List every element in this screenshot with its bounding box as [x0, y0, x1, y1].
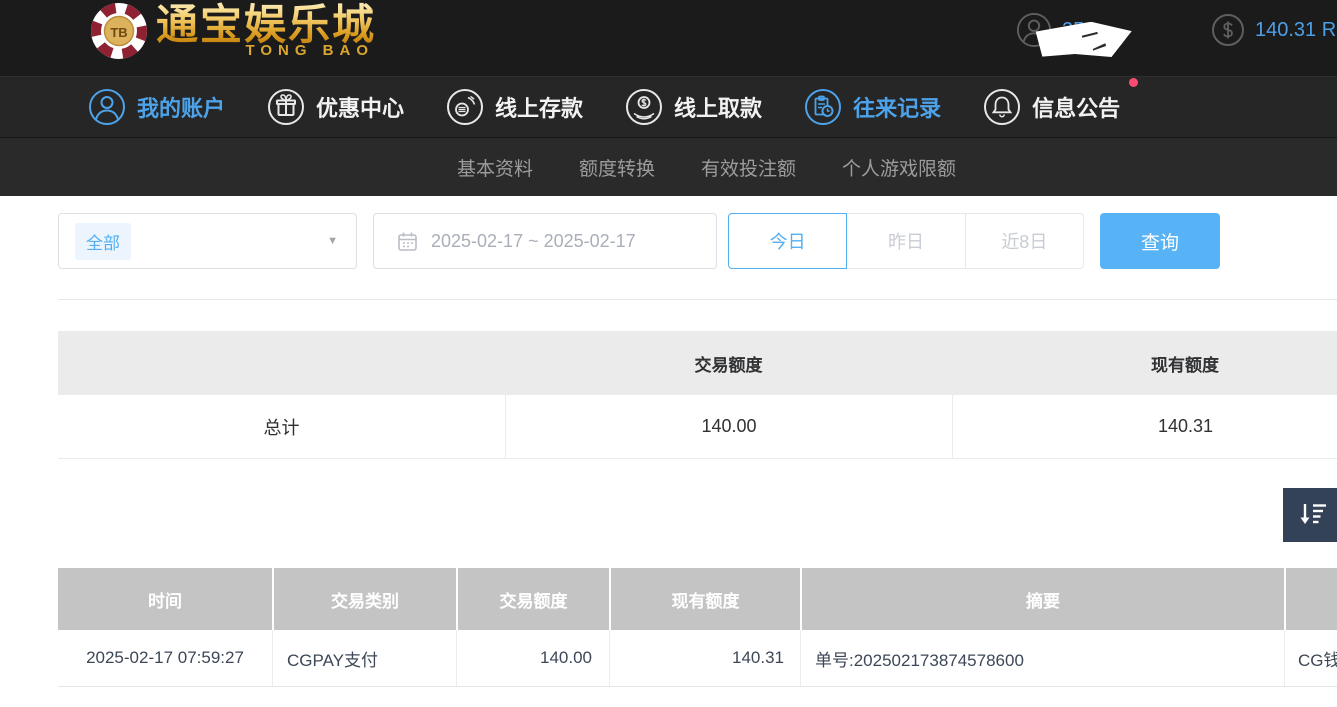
casino-chip-logo-icon: TB: [88, 1, 150, 63]
nav-item-online-withdraw[interactable]: 线上取款: [625, 88, 762, 126]
brand-logo[interactable]: TB 通宝娱乐城 TONG BAO: [88, 1, 376, 63]
subnav-item-quota-transfer[interactable]: 额度转换: [579, 154, 655, 181]
nav-item-my-account[interactable]: 我的账户: [88, 88, 225, 126]
sort-desc-icon: [1297, 502, 1327, 528]
chevron-down-icon: ▼: [327, 235, 338, 247]
nav-item-promotions[interactable]: 优惠中心: [267, 88, 404, 126]
main-nav: 我的账户 优惠中心 线上存款: [0, 76, 1337, 138]
record-transaction-amount: 140.00: [456, 630, 609, 686]
quick-range-group: 今日 昨日 近8日: [728, 213, 1084, 269]
records-header-type: 交易类别: [272, 568, 456, 630]
nav-item-label: 往来记录: [853, 91, 941, 123]
balance-currency-partial: R: [1322, 19, 1336, 41]
nav-item-label: 线上取款: [674, 91, 762, 123]
summary-current-amount: 140.31: [952, 395, 1337, 458]
bell-icon: [983, 88, 1021, 126]
search-button[interactable]: 查询: [1100, 213, 1220, 269]
summary-header-empty: [58, 331, 505, 395]
withdraw-icon: [625, 88, 663, 126]
summary-total-row: 总计 140.00 140.31: [58, 395, 1337, 459]
summary-header-row: 交易额度 现有额度: [58, 331, 1337, 395]
deposit-icon: [446, 88, 484, 126]
records-header-current-amount: 现有额度: [609, 568, 800, 630]
summary-total-label: 总计: [58, 395, 505, 458]
selected-type-tag[interactable]: 全部: [75, 223, 131, 260]
summary-transaction-amount: 140.00: [505, 395, 952, 458]
range-today-button[interactable]: 今日: [728, 213, 847, 269]
section-divider: [58, 299, 1337, 300]
brand-text: 通宝娱乐城 TONG BAO: [156, 1, 376, 59]
gift-icon: [267, 88, 305, 126]
transaction-type-select[interactable]: 全部 ▼: [58, 213, 357, 269]
records-header-row: 时间 交易类别 交易额度 现有额度 摘要 备注: [58, 568, 1337, 630]
nav-item-label: 优惠中心: [316, 91, 404, 123]
records-table: 时间 交易类别 交易额度 现有额度 摘要 备注 2025-02-17 07:59…: [58, 568, 1337, 687]
range-last8days-button[interactable]: 近8日: [966, 213, 1084, 269]
summary-header-current-amount: 现有额度: [952, 331, 1337, 395]
sub-nav: 基本资料 额度转换 有效投注额 个人游戏限额: [0, 138, 1337, 196]
subnav-item-valid-bets[interactable]: 有效投注额: [701, 154, 796, 181]
record-current-amount: 140.31: [609, 630, 800, 686]
record-remark: CG钱包: [1284, 630, 1337, 686]
record-time: 2025-02-17 07:59:27: [58, 630, 272, 686]
nav-item-online-deposit[interactable]: 线上存款: [446, 88, 583, 126]
nav-item-label: 我的账户: [137, 91, 225, 123]
dollar-icon: [1211, 13, 1245, 47]
scribble-mark: [1082, 32, 1098, 38]
chip-text: TB: [110, 25, 127, 40]
nav-item-label: 信息公告: [1032, 91, 1120, 123]
calendar-icon: [397, 231, 418, 252]
date-range-value: 2025-02-17 ~ 2025-02-17: [431, 231, 636, 252]
summary-header-transaction-amount: 交易额度: [505, 331, 952, 395]
balance-value: 140.31: [1255, 19, 1316, 41]
nav-item-transaction-records[interactable]: 往来记录: [804, 88, 941, 126]
sort-descending-button[interactable]: [1283, 488, 1337, 542]
record-summary: 单号:202502173874578600: [800, 630, 1284, 686]
range-yesterday-button[interactable]: 昨日: [847, 213, 965, 269]
date-range-input[interactable]: 2025-02-17 ~ 2025-02-17: [373, 213, 717, 269]
record-row: 2025-02-17 07:59:27 CGPAY支付 140.00 140.3…: [58, 630, 1337, 687]
records-header-summary: 摘要: [800, 568, 1284, 630]
records-header-time: 时间: [58, 568, 272, 630]
records-header-remark: 备注: [1284, 568, 1337, 630]
subnav-item-basic-info[interactable]: 基本资料: [457, 154, 533, 181]
notification-dot: [1129, 78, 1138, 87]
user-circle-icon: [88, 88, 126, 126]
summary-table: 交易额度 现有额度 总计 140.00 140.31: [58, 331, 1337, 459]
records-header-transaction-amount: 交易额度: [456, 568, 609, 630]
records-icon: [804, 88, 842, 126]
subnav-item-game-limits[interactable]: 个人游戏限额: [842, 154, 956, 181]
record-type: CGPAY支付: [272, 630, 456, 686]
scribble-mark: [1092, 43, 1106, 51]
nav-item-announcements[interactable]: 信息公告: [983, 88, 1120, 126]
balance-area: 140.31 R: [1211, 0, 1336, 60]
top-header: TB 通宝娱乐城 TONG BAO 25 140.31 R: [0, 0, 1337, 76]
nav-item-label: 线上存款: [495, 91, 583, 123]
